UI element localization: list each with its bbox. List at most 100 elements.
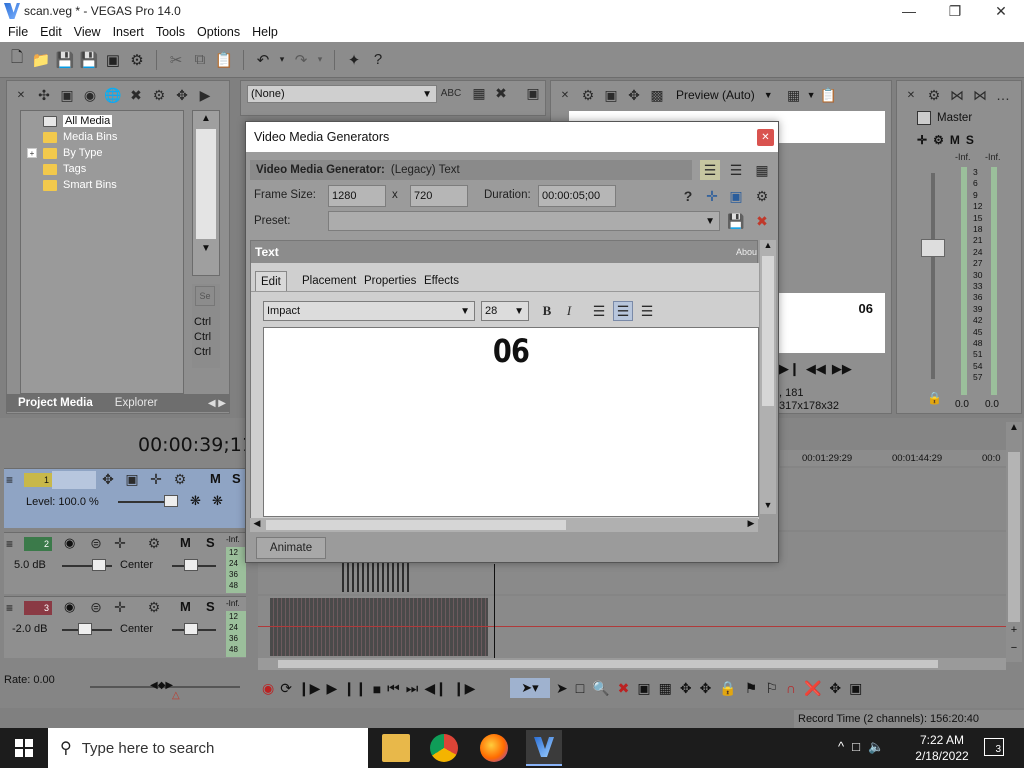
capture-video-icon[interactable]: ▣	[57, 85, 77, 105]
scroll-thumb[interactable]	[1008, 452, 1020, 622]
firefox-icon[interactable]	[480, 734, 508, 762]
new-file-icon[interactable]: 🗋	[6, 49, 28, 71]
zoom-in-icon[interactable]: +	[1006, 624, 1022, 638]
vegas-taskbar-icon[interactable]	[526, 730, 562, 766]
taskbar-search-box[interactable]: ⚲ Type here to search	[48, 728, 368, 768]
pan-slider-handle[interactable]	[184, 623, 198, 635]
scroll-up-icon[interactable]: ▲	[196, 113, 216, 125]
close-panel-icon[interactable]: ✕	[555, 85, 575, 105]
copy-icon[interactable]: ⧉	[189, 49, 211, 71]
track-collapse-icon[interactable]: ≡	[6, 537, 13, 551]
mute-button[interactable]: M	[210, 471, 221, 486]
master-fx-icon[interactable]: ⚙	[924, 85, 944, 105]
tree-item-all-media[interactable]: All Media	[43, 113, 113, 129]
overlays-icon[interactable]: ▩	[647, 85, 667, 105]
remove-icon[interactable]: ✖	[126, 85, 146, 105]
media-fx-icon[interactable]: ⚙	[149, 85, 169, 105]
playhead-cursor[interactable]	[494, 564, 495, 658]
solo-button[interactable]: S	[206, 535, 215, 550]
grid-icon[interactable]: ▦	[784, 85, 804, 105]
solo-button[interactable]: S	[232, 471, 241, 486]
mute-button[interactable]: M	[180, 599, 191, 614]
play-icon[interactable]: ▶	[326, 680, 337, 697]
align-left-icon[interactable]: ☰	[589, 301, 609, 321]
stop-icon[interactable]: ■	[373, 681, 381, 697]
expand-icon[interactable]: +	[27, 148, 37, 158]
master-fader-track[interactable]	[931, 173, 935, 379]
play-from-start-icon[interactable]: ❙▶	[298, 680, 321, 697]
tab-scroll-icon[interactable]: ◀ ▶	[208, 398, 226, 409]
start-button[interactable]	[0, 728, 48, 768]
tab-project-media[interactable]: Project Media	[6, 397, 105, 409]
media-generators-icon[interactable]: ✥	[172, 85, 192, 105]
lock-envelopes-icon[interactable]: 🔒	[719, 680, 736, 697]
time-ruler[interactable]: 00:01:29:29 00:01:44:29 00:0	[780, 450, 1006, 466]
bold-icon[interactable]: B	[537, 301, 557, 321]
track-fx-chain-icon[interactable]: ❋	[190, 493, 201, 509]
scroll-thumb[interactable]	[196, 129, 216, 239]
ripple-edit-icon[interactable]: ✥	[829, 680, 841, 697]
snapping-icon[interactable]: ∩	[786, 680, 796, 697]
smart-icon[interactable]: Se	[195, 286, 215, 306]
track-collapse-icon[interactable]: ≡	[6, 601, 13, 615]
paste-icon[interactable]: 📋	[213, 49, 235, 71]
delete-icon[interactable]: ✖	[618, 680, 630, 697]
go-to-end-icon[interactable]: ⏭	[406, 680, 419, 697]
pan-slider-handle[interactable]	[184, 559, 198, 571]
tab-properties[interactable]: Properties	[359, 271, 421, 291]
level-slider-handle[interactable]	[164, 495, 178, 507]
lock-icon[interactable]: 🔒	[927, 391, 942, 405]
tab-effects[interactable]: Effects	[419, 271, 464, 291]
save-icon[interactable]: 💾	[54, 49, 76, 71]
close-panel-icon[interactable]: ✕	[11, 85, 31, 105]
invert-phase-icon[interactable]: ⊜	[86, 533, 106, 553]
downmix-icon[interactable]: ⋈	[947, 85, 967, 105]
redo-icon[interactable]: ↷	[290, 49, 312, 71]
play-icon[interactable]: ▶	[195, 85, 215, 105]
tree-item-tags[interactable]: Tags	[43, 161, 86, 177]
network-icon[interactable]: □	[852, 739, 860, 755]
track-insert-icon[interactable]: ✛	[110, 533, 130, 553]
trim-icon[interactable]: ▣	[637, 680, 650, 697]
open-folder-icon[interactable]: 📁	[30, 49, 52, 71]
volume-icon[interactable]: 🔈	[868, 739, 884, 755]
dialog-close-button[interactable]: ✕	[757, 129, 774, 146]
trim-end-icon[interactable]: ✥	[700, 680, 712, 697]
view-list-icon[interactable]: ☰	[700, 160, 720, 180]
chevron-up-icon[interactable]: ^	[838, 739, 844, 755]
fx-window-icon[interactable]: ▣	[523, 83, 543, 103]
audio-track-3[interactable]: ≡ 3 ◉ ⊜ ✛ ⚙ M S -2.0 dB Center -Inf. 12 2…	[4, 596, 246, 658]
chrome-icon[interactable]	[430, 734, 458, 762]
master-fx-icon[interactable]: ⚙	[933, 133, 944, 147]
notification-center-icon[interactable]: 3	[984, 738, 1004, 756]
text-edit-area[interactable]: 06	[263, 327, 759, 517]
help-icon[interactable]: ?	[678, 186, 698, 206]
audio-clip[interactable]	[270, 598, 488, 656]
about-link[interactable]: Abou	[736, 247, 757, 257]
external-monitor-icon[interactable]: ▣	[601, 85, 621, 105]
whats-this-help-icon[interactable]: ?	[367, 49, 389, 71]
tab-placement[interactable]: Placement	[297, 271, 361, 291]
get-media-icon[interactable]: ◉	[80, 85, 100, 105]
render-icon[interactable]: ▣	[102, 49, 124, 71]
master-insert-icon[interactable]: ✛	[917, 133, 927, 147]
fx-chain-icon[interactable]: ▦	[469, 83, 489, 103]
preview-properties-icon[interactable]: ⚙	[578, 85, 598, 105]
menu-file[interactable]: File	[2, 25, 34, 39]
undo-dropdown-icon[interactable]: ▾	[276, 49, 288, 71]
envelope-tool-icon[interactable]: ➤	[556, 680, 568, 697]
solo-button[interactable]: S	[206, 599, 215, 614]
animate-button[interactable]: Animate	[256, 537, 326, 559]
copy-snapshot-icon[interactable]: 📋	[819, 85, 839, 105]
preview-quality[interactable]: Preview (Auto)	[676, 88, 755, 102]
track-name-field[interactable]	[52, 471, 96, 489]
compositing-icon[interactable]: ✛	[146, 469, 166, 489]
preset-select[interactable]: ▼	[328, 211, 720, 231]
solo-button[interactable]: S	[966, 133, 974, 147]
close-panel-icon[interactable]: ✕	[901, 85, 921, 105]
mute-button[interactable]: M	[180, 535, 191, 550]
fx-preset-select[interactable]: (None) ▼	[247, 85, 437, 103]
clock[interactable]: 7:22 AM 2/18/2022	[910, 732, 974, 764]
scroll-thumb[interactable]	[762, 256, 774, 406]
tree-item-smart-bins[interactable]: Smart Bins	[43, 177, 117, 193]
